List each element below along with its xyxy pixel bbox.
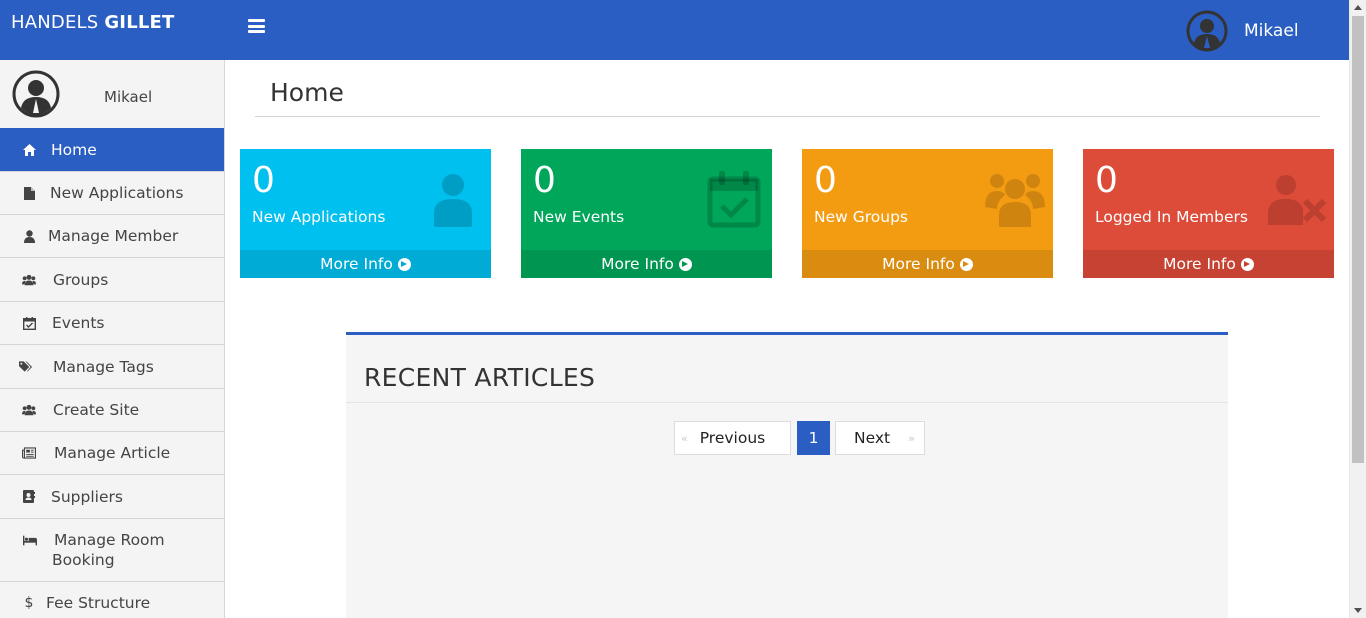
calendar-check-icon	[22, 316, 36, 330]
stat-count: 0	[1095, 160, 1118, 201]
page-scrollbar[interactable]	[1349, 0, 1366, 618]
sidebar-item-manage-member[interactable]: Manage Member	[0, 214, 224, 257]
page-title: Home	[270, 78, 344, 107]
file-icon	[22, 186, 36, 200]
sidebar-item-fee-structure[interactable]: $ Fee Structure	[0, 581, 224, 618]
more-info-label: More Info	[1163, 255, 1236, 273]
pagination: « Previous 1 Next »	[346, 421, 1228, 455]
sidebar-item-label: Groups	[53, 270, 109, 289]
sidebar-user-name: Mikael	[104, 88, 153, 106]
stat-box-new-groups: 0 New Groups More Info	[802, 149, 1053, 278]
recent-articles-panel: RECENT ARTICLES « Previous 1 Next »	[346, 332, 1228, 618]
stat-box-new-events: 0 New Events More Info	[521, 149, 772, 278]
sidebar-item-manage-tags[interactable]: Manage Tags	[0, 344, 224, 388]
sidebar-item-create-site[interactable]: Create Site	[0, 388, 224, 431]
pagination-prev-glyph: «	[681, 431, 688, 445]
pagination-page-label: 1	[808, 429, 819, 447]
users-icon	[22, 403, 36, 417]
more-info-link[interactable]: More Info	[1083, 250, 1334, 278]
sidebar-item-label: Home	[51, 141, 97, 159]
sidebar-item-home[interactable]: Home	[0, 128, 224, 171]
more-info-label: More Info	[601, 255, 674, 273]
calendar-check-icon	[707, 171, 761, 228]
stat-count: 0	[533, 160, 556, 201]
sidebar-item-label: Fee Structure	[46, 594, 151, 612]
stat-label: New Groups	[814, 208, 908, 226]
tags-icon	[19, 360, 33, 374]
more-info-link[interactable]: More Info	[521, 250, 772, 278]
arrow-circle-right-icon	[959, 257, 973, 271]
sidebar-item-events[interactable]: Events	[0, 301, 224, 344]
stat-count: 0	[252, 160, 275, 201]
panel-divider	[346, 402, 1228, 403]
sidebar-item-new-applications[interactable]: New Applications	[0, 171, 224, 214]
more-info-label: More Info	[882, 255, 955, 273]
sidebar-item-manage-room-booking[interactable]: Manage Room Booking	[0, 518, 224, 581]
arrow-circle-right-icon	[678, 257, 692, 271]
brand-text-light: HANDELS	[11, 12, 105, 33]
sidebar-item-label: Manage Member	[48, 227, 179, 245]
more-info-link[interactable]: More Info	[802, 250, 1053, 278]
sidebar-toggle-icon[interactable]	[248, 19, 265, 33]
pagination-next-button[interactable]: Next »	[835, 421, 925, 455]
scrollbar-thumb[interactable]	[1352, 16, 1364, 463]
sidebar-item-label: Create Site	[53, 401, 140, 419]
pagination-next-label: Next	[854, 429, 891, 447]
stat-label: New Applications	[252, 208, 386, 226]
user-menu[interactable]: Mikael	[1186, 10, 1299, 52]
scroll-up-arrow-icon[interactable]	[1354, 5, 1362, 10]
users-icon	[985, 174, 1045, 227]
sidebar: Mikael Home New Applications Manage Memb…	[0, 60, 225, 618]
sidebar-item-suppliers[interactable]: Suppliers	[0, 474, 224, 518]
user-icon	[22, 229, 36, 243]
pagination-page-1[interactable]: 1	[797, 421, 830, 455]
title-divider	[255, 116, 1320, 117]
user-times-icon	[1268, 175, 1326, 225]
stat-label: Logged In Members	[1095, 208, 1248, 226]
stat-box-logged-in-members: 0 Logged In Members More Info	[1083, 149, 1334, 278]
sidebar-user-panel: Mikael	[0, 60, 224, 128]
address-book-icon	[22, 490, 36, 504]
user-icon	[434, 174, 472, 227]
pagination-previous-button[interactable]: « Previous	[674, 421, 791, 455]
arrow-circle-right-icon	[1240, 257, 1254, 271]
user-name: Mikael	[1244, 21, 1299, 41]
sidebar-item-groups[interactable]: Groups	[0, 257, 224, 301]
bed-icon	[23, 533, 37, 547]
sidebar-item-label: Suppliers	[51, 487, 123, 506]
avatar-icon	[1186, 10, 1228, 52]
top-navbar: HANDELS GILLET Mikael	[0, 0, 1349, 60]
users-icon	[22, 273, 36, 287]
sidebar-item-manage-article[interactable]: Manage Article	[0, 431, 224, 474]
stat-count: 0	[814, 160, 837, 201]
dollar-icon: $	[24, 595, 34, 611]
sidebar-item-label-line2: Booking	[52, 551, 115, 569]
more-info-link[interactable]: More Info	[240, 250, 491, 278]
sidebar-item-label: Events	[52, 314, 105, 332]
sidebar-item-label: New Applications	[50, 184, 184, 202]
sidebar-item-label: Manage Room	[54, 531, 165, 549]
recent-articles-title: RECENT ARTICLES	[364, 363, 596, 392]
stat-box-new-applications: 0 New Applications More Info	[240, 149, 491, 278]
arrow-circle-right-icon	[397, 257, 411, 271]
newspaper-icon	[22, 446, 36, 460]
scroll-down-arrow-icon[interactable]	[1354, 608, 1362, 613]
sidebar-item-label: Manage Article	[54, 444, 171, 462]
brand-text-bold: GILLET	[104, 12, 175, 33]
pagination-next-glyph: »	[908, 431, 915, 445]
stat-label: New Events	[533, 208, 625, 226]
home-icon	[22, 143, 36, 157]
more-info-label: More Info	[320, 255, 393, 273]
sidebar-item-label: Manage Tags	[53, 357, 154, 376]
brand-logo[interactable]: HANDELS GILLET	[11, 12, 175, 33]
avatar-icon	[12, 70, 60, 118]
pagination-previous-label: Previous	[699, 429, 766, 447]
